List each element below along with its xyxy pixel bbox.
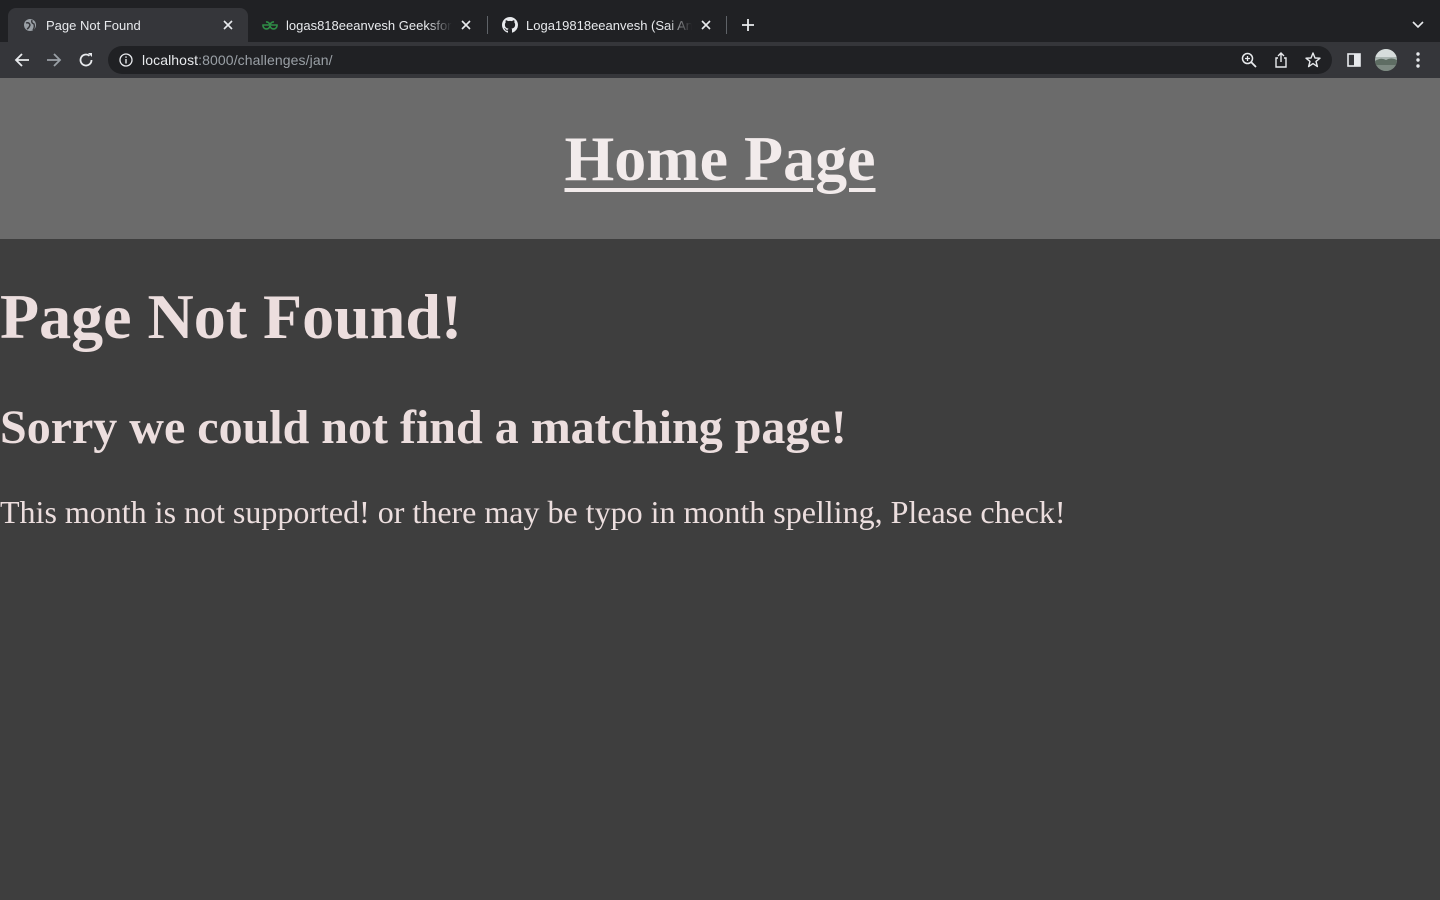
menu-button[interactable]	[1406, 48, 1430, 72]
info-icon[interactable]	[118, 52, 134, 68]
more-vertical-icon	[1416, 52, 1420, 68]
side-panel-icon	[1347, 53, 1361, 67]
browser-toolbar: localhost:8000/challenges/jan/	[0, 42, 1440, 78]
close-tab-icon[interactable]	[220, 17, 236, 33]
back-button[interactable]	[10, 48, 34, 72]
geeksforgeeks-icon	[262, 17, 278, 33]
side-panel-button[interactable]	[1342, 48, 1366, 72]
url-path: :8000/challenges/jan/	[198, 52, 333, 68]
home-page-link[interactable]: Home Page	[565, 122, 876, 196]
zoom-icon[interactable]	[1237, 48, 1261, 72]
page-subheading: Sorry we could not find a matching page!	[0, 401, 847, 454]
tab-title: logas818eeanvesh GeeksforGeeks	[286, 17, 452, 33]
share-icon[interactable]	[1269, 48, 1293, 72]
reload-button[interactable]	[74, 48, 98, 72]
close-tab-icon[interactable]	[698, 17, 714, 33]
chevron-down-icon	[1412, 21, 1424, 29]
tab-geeksforgeeks[interactable]: logas818eeanvesh GeeksforGeeks	[248, 8, 486, 42]
tab-search-button[interactable]	[1406, 13, 1430, 37]
url-host: localhost	[142, 52, 199, 68]
bookmark-star-icon[interactable]	[1301, 48, 1325, 72]
github-icon	[502, 17, 518, 33]
close-tab-icon[interactable]	[458, 17, 474, 33]
url-text: localhost:8000/challenges/jan/	[142, 52, 333, 68]
page-content: Home Page Page Not Found! Sorry we could…	[0, 78, 1440, 900]
tab-strip: Page Not Found logas818eeanvesh Geeksfor…	[0, 0, 1440, 42]
new-tab-button[interactable]	[736, 13, 760, 37]
tab-page-not-found[interactable]: Page Not Found	[8, 8, 248, 42]
arrow-left-icon	[14, 53, 29, 67]
page-header: Home Page	[0, 78, 1440, 239]
tab-separator	[726, 16, 727, 34]
plus-icon	[742, 19, 754, 31]
avatar-icon	[1375, 49, 1397, 71]
arrow-right-icon	[47, 53, 62, 67]
reload-icon	[79, 53, 93, 67]
tab-github[interactable]: Loga19818eeanvesh (Sai Anvesh)	[488, 8, 726, 42]
forward-button[interactable]	[42, 48, 66, 72]
profile-avatar[interactable]	[1374, 48, 1398, 72]
tab-title: Page Not Found	[46, 17, 141, 33]
tab-title: Loga19818eeanvesh (Sai Anvesh)	[526, 17, 692, 33]
address-bar[interactable]: localhost:8000/challenges/jan/	[108, 46, 1332, 74]
page-heading: Page Not Found!	[0, 281, 463, 352]
error-message: This month is not supported! or there ma…	[0, 494, 1066, 530]
globe-icon	[22, 17, 38, 33]
